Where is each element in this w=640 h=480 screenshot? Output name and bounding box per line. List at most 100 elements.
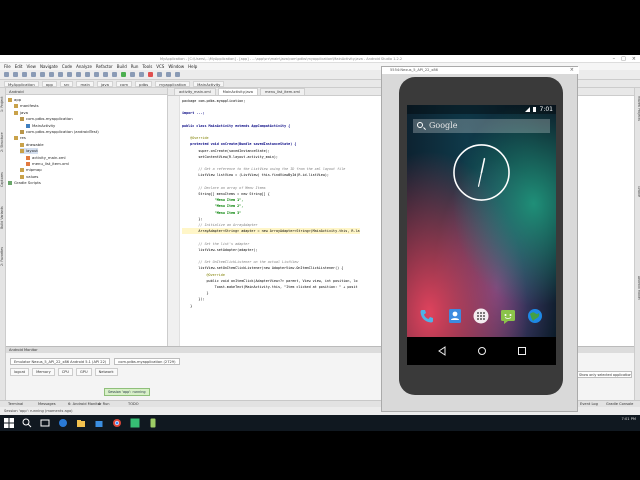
right-tab[interactable]: Maven Projects: [635, 96, 640, 121]
tree-item[interactable]: Gradle Scripts: [8, 180, 41, 186]
breadcrumb-item[interactable]: pdbs: [135, 80, 153, 87]
chrome-icon[interactable]: [112, 418, 122, 428]
tree-item[interactable]: values: [20, 174, 38, 180]
stop-icon[interactable]: [148, 72, 153, 77]
tool-window-button[interactable]: Messages: [38, 402, 56, 406]
breadcrumb-item[interactable]: java: [96, 80, 113, 87]
emulator-taskbar-icon[interactable]: [148, 418, 158, 428]
analog-clock-widget[interactable]: [452, 143, 511, 202]
cut-icon[interactable]: [49, 72, 54, 77]
save-icon[interactable]: [13, 72, 18, 77]
undo-icon[interactable]: [31, 72, 36, 77]
tool-window-button[interactable]: Terminal: [8, 402, 23, 406]
tool-window-button[interactable]: Event Log: [580, 402, 598, 406]
make-icon[interactable]: [112, 72, 117, 77]
task-view-icon[interactable]: [40, 418, 50, 428]
sync-icon[interactable]: [22, 72, 27, 77]
edge-icon[interactable]: [58, 418, 68, 428]
emulator-close-icon[interactable]: ×: [570, 67, 574, 74]
tree-item[interactable]: menu_list_item.xml: [26, 161, 69, 167]
editor-tab[interactable]: MainActivity.java: [217, 88, 258, 95]
tool-window-button[interactable]: 4: Run: [98, 402, 110, 406]
back-icon[interactable]: [437, 346, 447, 356]
menu-item-build[interactable]: Build: [117, 64, 127, 69]
monitor-tab[interactable]: Network: [94, 368, 118, 376]
breadcrumb-item[interactable]: app: [41, 80, 57, 87]
recents-icon[interactable]: [517, 346, 527, 356]
logcat-filter-select[interactable]: Show only selected application: [576, 371, 632, 378]
system-clock[interactable]: 7:01 PM: [622, 417, 636, 422]
tool-window-button[interactable]: Gradle Console: [606, 402, 633, 406]
editor-tab[interactable]: activity_main.xml: [174, 88, 216, 95]
monitor-tab[interactable]: logcat: [10, 368, 30, 376]
menu-item-view[interactable]: View: [26, 64, 36, 69]
app-drawer-icon[interactable]: [473, 308, 489, 324]
process-select[interactable]: com.pdbs.myapplication (2729): [114, 357, 180, 365]
contacts-app-icon[interactable]: [447, 308, 463, 324]
tree-item[interactable]: mipmap: [20, 167, 42, 173]
run-icon[interactable]: [121, 72, 126, 77]
tree-item[interactable]: MainActivity: [26, 123, 55, 129]
tool-window-button[interactable]: TODO: [128, 402, 139, 406]
paste-icon[interactable]: [67, 72, 72, 77]
home-icon[interactable]: [477, 346, 487, 356]
monitor-tab[interactable]: GPU: [76, 368, 92, 376]
android-studio-taskbar-icon[interactable]: [130, 418, 140, 428]
open-icon[interactable]: [4, 72, 9, 77]
debug-icon[interactable]: [130, 72, 135, 77]
breadcrumb-item[interactable]: com: [115, 80, 133, 87]
right-tab[interactable]: Android Model: [635, 276, 640, 300]
maximize-button[interactable]: □: [621, 56, 626, 62]
menu-item-code[interactable]: Code: [62, 64, 72, 69]
menu-item-run[interactable]: Run: [131, 64, 139, 69]
device-screen[interactable]: 7:01 Google: [407, 105, 556, 365]
tree-item[interactable]: layout: [20, 148, 38, 155]
store-icon[interactable]: [94, 418, 104, 428]
tree-item[interactable]: manifests: [14, 103, 39, 109]
minimize-button[interactable]: –: [613, 56, 616, 62]
tree-item[interactable]: com.pdbs.myapplication (androidTest): [20, 129, 99, 135]
project-view-selector[interactable]: Android: [6, 88, 167, 95]
tree-item[interactable]: com.pdbs.myapplication: [20, 116, 73, 122]
tree-item[interactable]: app: [8, 97, 21, 103]
menu-item-help[interactable]: Help: [188, 64, 197, 69]
menu-item-analyze[interactable]: Analyze: [76, 64, 92, 69]
redo-icon[interactable]: [40, 72, 45, 77]
tree-item[interactable]: activity_main.xml: [26, 155, 66, 161]
tree-item[interactable]: res: [14, 135, 26, 141]
monitor-tab[interactable]: CPU: [57, 368, 74, 376]
forward-nav-icon[interactable]: [103, 72, 108, 77]
menu-item-edit[interactable]: Edit: [15, 64, 23, 69]
menu-item-refactor[interactable]: Refactor: [96, 64, 113, 69]
browser-app-icon[interactable]: [527, 308, 543, 324]
start-icon[interactable]: [4, 418, 14, 428]
breadcrumb-item[interactable]: MyApplication: [4, 80, 39, 87]
copy-icon[interactable]: [58, 72, 63, 77]
attach-icon[interactable]: [139, 72, 144, 77]
find-icon[interactable]: [76, 72, 81, 77]
tree-item[interactable]: java: [14, 110, 28, 116]
sdk-manager-icon[interactable]: [166, 72, 171, 77]
help-icon[interactable]: [175, 72, 180, 77]
breadcrumb-item[interactable]: myapplication: [155, 80, 191, 87]
avd-manager-icon[interactable]: [157, 72, 162, 77]
back-nav-icon[interactable]: [94, 72, 99, 77]
google-search-bar[interactable]: Google: [413, 119, 550, 133]
menu-item-vcs[interactable]: VCS: [156, 64, 164, 69]
menu-item-file[interactable]: File: [4, 64, 11, 69]
menu-item-tools[interactable]: Tools: [142, 64, 152, 69]
editor-tab[interactable]: menu_list_item.xml: [259, 88, 306, 95]
device-select[interactable]: Emulator Nexus_5_API_22_x86 Android 5.1 …: [10, 357, 111, 365]
file-explorer-icon[interactable]: [76, 418, 86, 428]
phone-app-icon[interactable]: [419, 308, 435, 324]
breadcrumb-item[interactable]: MainActivity: [193, 80, 225, 87]
menu-item-window[interactable]: Window: [168, 64, 184, 69]
messaging-app-icon[interactable]: [500, 308, 516, 324]
tree-item[interactable]: drawable: [20, 142, 44, 148]
breadcrumb-item[interactable]: main: [76, 80, 94, 87]
tool-window-button[interactable]: 6: Android Monitor: [68, 402, 101, 406]
search-icon[interactable]: [22, 418, 32, 428]
replace-icon[interactable]: [85, 72, 90, 77]
breadcrumb-item[interactable]: src: [59, 80, 74, 87]
monitor-tab[interactable]: Memory: [32, 368, 55, 376]
